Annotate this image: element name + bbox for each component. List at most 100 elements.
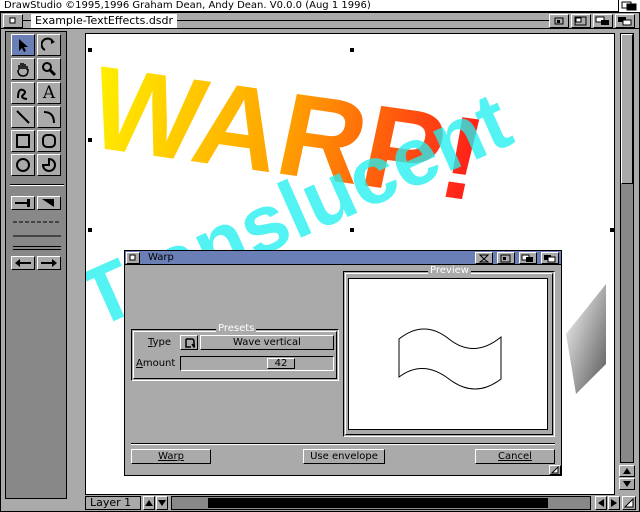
dashed-line-style[interactable]	[10, 216, 64, 228]
iconify-icon	[479, 254, 489, 262]
arrow-up-icon	[145, 500, 153, 506]
warp-size-gadget[interactable]	[549, 465, 561, 475]
arrow-left-tool[interactable]	[11, 256, 35, 270]
warp-back-gadget[interactable]	[541, 252, 559, 264]
line-start-tool[interactable]	[11, 196, 35, 210]
screen-title-bar: DrawStudio ©1995,1996 Graham Dean, Andy …	[0, 0, 640, 12]
vertical-scroll-knob[interactable]	[621, 34, 633, 184]
warp-button[interactable]: Warp	[131, 449, 211, 464]
presets-label: Presets	[216, 323, 257, 335]
line-icon	[16, 110, 30, 124]
arrow-right-tool[interactable]	[37, 256, 61, 270]
scroll-left-button[interactable]	[595, 496, 607, 510]
vertical-scroll-track[interactable]	[620, 33, 634, 463]
zoom-icon	[574, 16, 587, 26]
warp-dialog-title: Warp	[148, 252, 174, 263]
depth-gadget[interactable]	[593, 14, 613, 28]
close-gadget[interactable]	[3, 14, 23, 28]
presets-group: Presets Type Wave vertical Amount 42	[131, 323, 339, 381]
scroll-up-button[interactable]	[619, 465, 635, 477]
horizontal-scrollbar[interactable]	[171, 496, 591, 510]
close-icon	[9, 17, 16, 24]
rotate-icon	[41, 37, 55, 51]
back-icon	[544, 254, 556, 262]
size-gadget[interactable]	[622, 496, 636, 510]
amount-slider-knob[interactable]: 42	[267, 358, 295, 369]
type-cycle-value[interactable]: Wave vertical	[200, 335, 334, 350]
status-bar: Layer 1	[85, 495, 639, 511]
arrow-down-icon	[158, 500, 166, 506]
warp-iconify-gadget[interactable]	[475, 252, 493, 264]
use-envelope-button[interactable]: Use envelope	[303, 449, 385, 464]
line-end-tool[interactable]	[37, 196, 61, 210]
curve-tool[interactable]	[37, 106, 61, 128]
text-icon: A	[42, 83, 56, 103]
screen-title: DrawStudio ©1995,1996 Graham Dean, Andy …	[4, 0, 371, 11]
rounded-rectangle-tool[interactable]	[37, 130, 61, 152]
preview-group: Preview	[343, 265, 555, 437]
iconify-icon	[554, 17, 564, 25]
type-cycle-button[interactable]	[180, 335, 198, 350]
scroll-right-button[interactable]	[608, 496, 620, 510]
depth-icon	[521, 254, 533, 262]
freehand-tool[interactable]	[11, 82, 35, 104]
rotate-tool[interactable]	[37, 34, 61, 56]
double-line-style[interactable]	[10, 242, 64, 254]
warp-button-label: Warp	[158, 451, 184, 462]
cancel-button-label: Cancel	[498, 451, 532, 462]
warp-close-gadget[interactable]	[126, 252, 140, 264]
window-title: Example-TextEffects.dsdr	[31, 14, 178, 28]
window-depth-gadget[interactable]	[615, 14, 635, 28]
rounded-rectangle-icon	[42, 134, 56, 148]
hand-tool[interactable]	[11, 58, 35, 80]
zoom-gadget[interactable]	[571, 14, 591, 28]
magnify-icon	[42, 62, 57, 77]
iconify-gadget[interactable]	[549, 14, 569, 28]
select-arrow-icon	[19, 39, 28, 52]
thin-line-icon	[13, 235, 61, 237]
arrow-up-icon	[623, 468, 631, 474]
toolbox-divider	[10, 184, 64, 186]
pie-tool[interactable]	[37, 154, 61, 176]
cycle-icon	[185, 338, 195, 348]
warp-dialog-title-bar[interactable]: Warp	[125, 251, 561, 265]
depth-icon	[595, 16, 609, 25]
screen-depth-gadget[interactable]	[618, 0, 640, 12]
ellipse-tool[interactable]	[11, 154, 35, 176]
preview-label: Preview	[428, 265, 471, 277]
dashed-line-icon	[13, 221, 61, 223]
text-tool[interactable]: A	[37, 82, 61, 104]
main-window-title-bar[interactable]: Example-TextEffects.dsdr	[1, 13, 639, 29]
preview-warp-shape	[398, 328, 502, 390]
arrow-left-icon	[15, 259, 31, 267]
depth-icon	[621, 1, 637, 11]
preview-area	[348, 278, 548, 430]
arrow-down-icon	[623, 481, 631, 487]
horizontal-scroll-knob[interactable]	[208, 498, 548, 508]
select-tool[interactable]	[11, 34, 35, 56]
rectangle-tool[interactable]	[11, 130, 35, 152]
warp-depth-gadget[interactable]	[519, 252, 537, 264]
use-envelope-button-label: Use envelope	[310, 451, 378, 462]
layer-up-button[interactable]	[143, 496, 155, 510]
layer-field[interactable]: Layer 1	[85, 496, 141, 510]
arrow-right-icon	[41, 259, 57, 267]
layer-down-button[interactable]	[156, 496, 168, 510]
close-icon	[129, 254, 136, 261]
warp-dialog: Warp Presets Type Wave vertical Amount 4…	[124, 250, 562, 476]
resize-icon	[551, 466, 559, 474]
cancel-button[interactable]: Cancel	[475, 449, 555, 464]
pie-icon	[41, 157, 56, 172]
toolbox: A	[5, 31, 67, 499]
line-tool[interactable]	[11, 106, 35, 128]
line-end-flat-icon	[15, 199, 30, 207]
thin-line-style[interactable]	[10, 230, 64, 242]
warp-zoom-gadget[interactable]	[497, 252, 515, 264]
magnify-tool[interactable]	[37, 58, 61, 80]
arrow-right-icon	[611, 499, 617, 507]
vertical-scrollbar[interactable]	[617, 31, 637, 493]
scroll-down-button[interactable]	[619, 478, 635, 490]
curve-icon	[43, 111, 55, 124]
type-label: Type	[148, 337, 171, 348]
amount-slider[interactable]: 42	[180, 356, 334, 371]
